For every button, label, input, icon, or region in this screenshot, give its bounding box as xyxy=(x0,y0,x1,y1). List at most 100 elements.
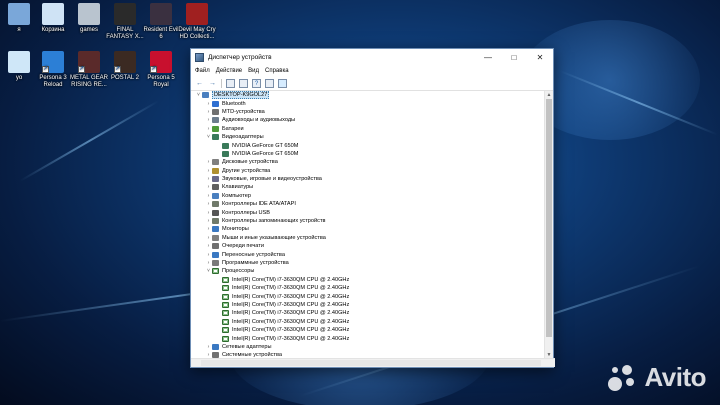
back-arrow-icon[interactable]: ← xyxy=(195,79,204,88)
expand-toggle-icon[interactable]: › xyxy=(205,193,212,199)
device-tree-item[interactable]: Intel(R) Core(TM) i7-3630QM CPU @ 2.40GH… xyxy=(193,276,543,284)
desktop-icon-image: ↗ xyxy=(42,51,64,73)
device-tree-item[interactable]: ˅ DESKTOP-K9GOL27 xyxy=(193,91,543,100)
expand-toggle-icon[interactable]: › xyxy=(205,243,212,249)
device-tree-item[interactable]: › Батареи xyxy=(193,125,543,133)
expand-toggle-icon[interactable]: › xyxy=(205,184,212,190)
bluetooth-icon xyxy=(212,100,219,107)
device-tree-item[interactable]: Intel(R) Core(TM) i7-3630QM CPU @ 2.40GH… xyxy=(193,318,543,326)
desktop-icon-label: я xyxy=(17,27,21,33)
close-button[interactable]: ✕ xyxy=(527,49,553,65)
expand-toggle-icon[interactable]: ˅ xyxy=(195,92,202,98)
expand-toggle-icon[interactable]: › xyxy=(205,235,212,241)
device-tree-item[interactable]: › Дисковые устройства xyxy=(193,158,543,166)
expand-toggle-icon[interactable]: › xyxy=(205,176,212,182)
desktop-icon-image: ↗ xyxy=(114,51,136,73)
desktop-icon[interactable]: ↗ Persona 3 Reload xyxy=(34,51,72,89)
expand-toggle-icon[interactable]: › xyxy=(205,117,212,123)
device-tree-item[interactable]: Intel(R) Core(TM) i7-3630QM CPU @ 2.40GH… xyxy=(193,292,543,300)
device-tree-label: Мыши и иные указывающие устройства xyxy=(222,234,326,241)
device-tree-item[interactable]: › Контроллеры USB xyxy=(193,208,543,216)
menu-action[interactable]: Действие xyxy=(216,68,242,74)
menu-help[interactable]: Справка xyxy=(265,68,289,74)
device-tree-item[interactable]: › Другие устройства xyxy=(193,167,543,175)
device-tree-item[interactable]: Intel(R) Core(TM) i7-3630QM CPU @ 2.40GH… xyxy=(193,309,543,317)
expand-toggle-icon[interactable]: › xyxy=(205,101,212,107)
device-tree-item[interactable]: Intel(R) Core(TM) i7-3630QM CPU @ 2.40GH… xyxy=(193,284,543,292)
processor-icon xyxy=(212,268,219,275)
show-hide-console-tree-icon[interactable] xyxy=(226,79,235,88)
expand-toggle-icon[interactable]: › xyxy=(205,159,212,165)
properties-icon[interactable] xyxy=(239,79,248,88)
desktop-icon[interactable]: ↗ METAL GEAR RISING RE... xyxy=(70,51,108,89)
expand-toggle-icon[interactable]: › xyxy=(205,344,212,350)
device-tree-label: Контроллеры запоминающих устройств xyxy=(222,218,326,225)
desktop-icon[interactable]: games xyxy=(70,3,108,34)
update-driver-icon[interactable] xyxy=(265,79,274,88)
device-tree-item[interactable]: › Контроллеры запоминающих устройств xyxy=(193,217,543,225)
device-tree-item[interactable]: NVIDIA GeForce GT 650M xyxy=(193,141,543,149)
title-bar[interactable]: Диспетчер устройств — □ ✕ xyxy=(191,49,553,65)
forward-arrow-icon[interactable]: → xyxy=(208,79,217,88)
vertical-scroll-thumb[interactable] xyxy=(546,99,552,337)
expand-toggle-icon[interactable]: › xyxy=(205,210,212,216)
scan-hardware-monitor-icon[interactable] xyxy=(278,79,287,88)
vertical-scrollbar[interactable]: ▲ ▼ xyxy=(544,91,553,359)
desktop-icon[interactable]: я xyxy=(0,3,38,34)
desktop-icon[interactable]: ↗ Persona 5 Royal xyxy=(142,51,180,89)
expand-toggle-icon[interactable]: › xyxy=(205,260,212,266)
expand-toggle-icon[interactable]: › xyxy=(205,226,212,232)
device-tree-item[interactable]: ˅ Процессоры xyxy=(193,267,543,275)
device-tree-item[interactable]: › MTD-устройства xyxy=(193,108,543,116)
desktop-icon-image: ↗ xyxy=(150,51,172,73)
device-tree-item[interactable]: › Очереди печати xyxy=(193,242,543,250)
device-tree-item[interactable]: Intel(R) Core(TM) i7-3630QM CPU @ 2.40GH… xyxy=(193,301,543,309)
device-tree-label: Компьютер xyxy=(222,192,251,199)
device-tree-item[interactable]: › Клавиатуры xyxy=(193,183,543,191)
device-tree-item[interactable]: › Мыши и иные указывающие устройства xyxy=(193,234,543,242)
device-tree-item[interactable]: › Сетевые адаптеры xyxy=(193,343,543,351)
desktop-icon-label: games xyxy=(79,27,98,33)
expand-toggle-icon[interactable]: › xyxy=(205,218,212,224)
menu-bar: Файл Действие Вид Справка xyxy=(191,65,553,77)
desktop-icon[interactable]: Resident Evil 6 xyxy=(142,3,180,41)
device-tree-item[interactable]: › Переносные устройства xyxy=(193,250,543,258)
desktop-icon[interactable]: FINAL FANTASY X... xyxy=(106,3,144,41)
device-tree-item[interactable]: Intel(R) Core(TM) i7-3630QM CPU @ 2.40GH… xyxy=(193,326,543,334)
expand-toggle-icon[interactable]: › xyxy=(205,126,212,132)
maximize-button[interactable]: □ xyxy=(501,49,527,65)
device-tree-label: Bluetooth xyxy=(222,100,246,107)
minimize-button[interactable]: — xyxy=(475,49,501,65)
expand-toggle-icon[interactable]: › xyxy=(205,252,212,258)
portable-device-icon xyxy=(212,251,219,258)
device-tree-label: Контроллеры USB xyxy=(222,209,270,216)
menu-file[interactable]: Файл xyxy=(195,68,210,74)
device-tree-label: Intel(R) Core(TM) i7-3630QM CPU @ 2.40GH… xyxy=(232,301,350,308)
desktop-icon-label: FINAL FANTASY X... xyxy=(106,27,144,40)
horizontal-scroll-thumb[interactable] xyxy=(201,360,541,366)
horizontal-scrollbar[interactable] xyxy=(191,358,555,367)
device-tree-item[interactable]: › Аудиовходы и аудиовыходы xyxy=(193,116,543,124)
menu-view[interactable]: Вид xyxy=(248,68,259,74)
desktop-icon[interactable]: Корзина xyxy=(34,3,72,34)
device-tree-item[interactable]: › Программные устройства xyxy=(193,259,543,267)
expand-toggle-icon[interactable]: ˅ xyxy=(205,268,212,274)
device-tree-item[interactable]: › Компьютер xyxy=(193,192,543,200)
desktop-icon[interactable]: yo xyxy=(0,51,38,82)
device-tree-item[interactable]: ˅ Видеоадаптеры xyxy=(193,133,543,141)
device-tree-item[interactable]: › Мониторы xyxy=(193,225,543,233)
device-tree-item[interactable]: › Звуковые, игровые и видеоустройства xyxy=(193,175,543,183)
desktop-icon[interactable]: ↗ POSTAL 2 xyxy=(106,51,144,82)
scroll-up-icon[interactable]: ▲ xyxy=(545,91,553,99)
device-tree-item[interactable]: › Контроллеры IDE ATA/ATAPI xyxy=(193,200,543,208)
help-icon[interactable]: ? xyxy=(252,79,261,88)
expand-toggle-icon[interactable]: › xyxy=(205,109,212,115)
device-tree-item[interactable]: › Bluetooth xyxy=(193,99,543,107)
expand-toggle-icon[interactable]: ˅ xyxy=(205,134,212,140)
shortcut-arrow-icon: ↗ xyxy=(114,66,121,73)
expand-toggle-icon[interactable]: › xyxy=(205,201,212,207)
expand-toggle-icon[interactable]: › xyxy=(205,168,212,174)
device-tree-item[interactable]: Intel(R) Core(TM) i7-3630QM CPU @ 2.40GH… xyxy=(193,334,543,342)
desktop-icon[interactable]: Devil May Cry HD Collecti... xyxy=(178,3,216,41)
device-tree-item[interactable]: NVIDIA GeForce GT 650M xyxy=(193,150,543,158)
